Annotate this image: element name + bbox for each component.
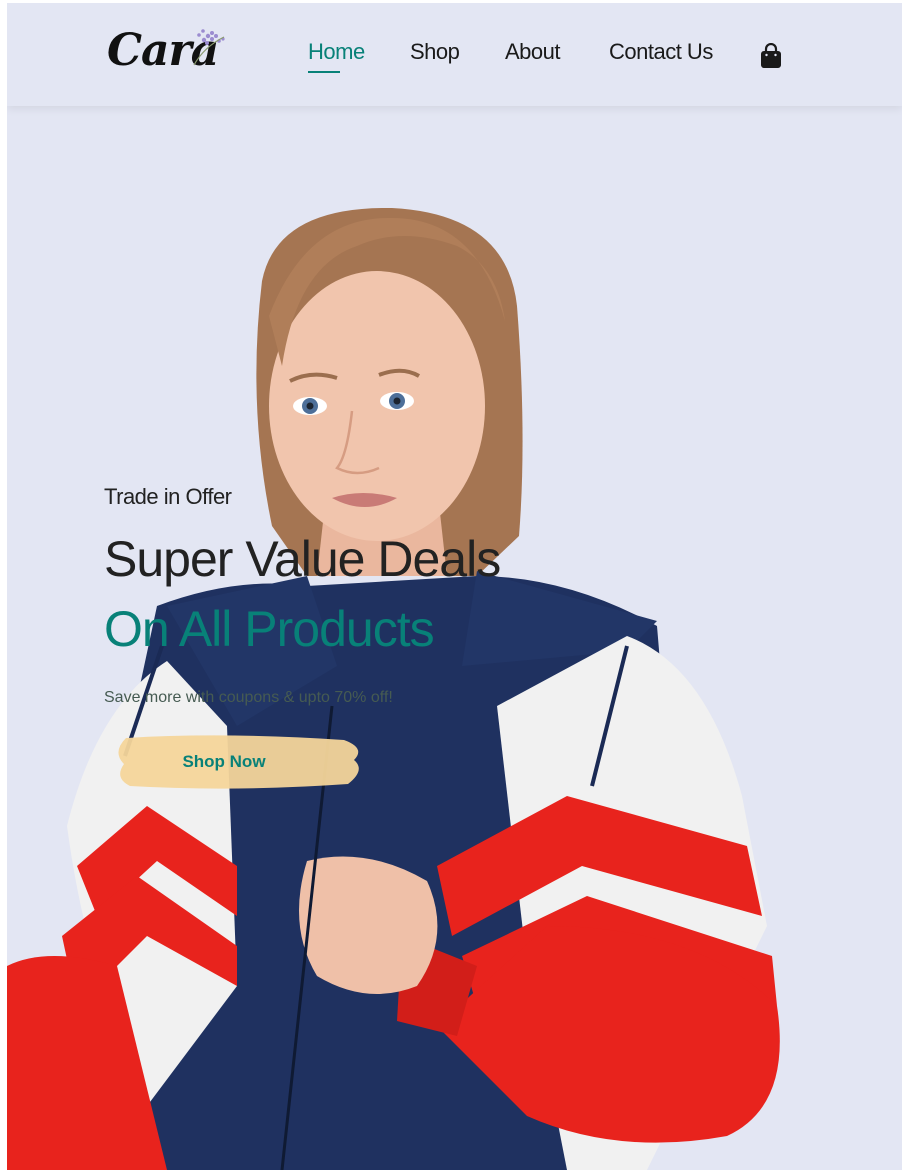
shop-now-label: Shop Now [182,752,266,771]
nav-contact-us[interactable]: Contact Us [609,39,713,65]
active-nav-underline [308,71,340,73]
hero-kicker: Trade in Offer [104,484,232,509]
hero-banner: Trade in Offer Super Value Deals On All … [7,106,902,1170]
hero-tagline: Save more with coupons & upto 70% off! [104,689,393,706]
nav-home-label: Home [308,39,365,64]
hero-headline: Super Value Deals [104,531,501,587]
site-header: Cara Home Shop About Contact Us [7,3,902,106]
lavender-sprig-icon [193,29,225,66]
hero-subheadline: On All Products [104,601,435,657]
page: Cara Home Shop About Contact Us Trade in… [7,3,902,1170]
shop-now-button[interactable]: Shop Now [104,734,366,790]
nav-home[interactable]: Home [308,39,365,73]
brand-logo[interactable]: Cara [104,25,272,79]
nav-about[interactable]: About [505,39,561,65]
nav-shop[interactable]: Shop [410,39,460,65]
shopping-bag-icon[interactable] [759,43,783,69]
